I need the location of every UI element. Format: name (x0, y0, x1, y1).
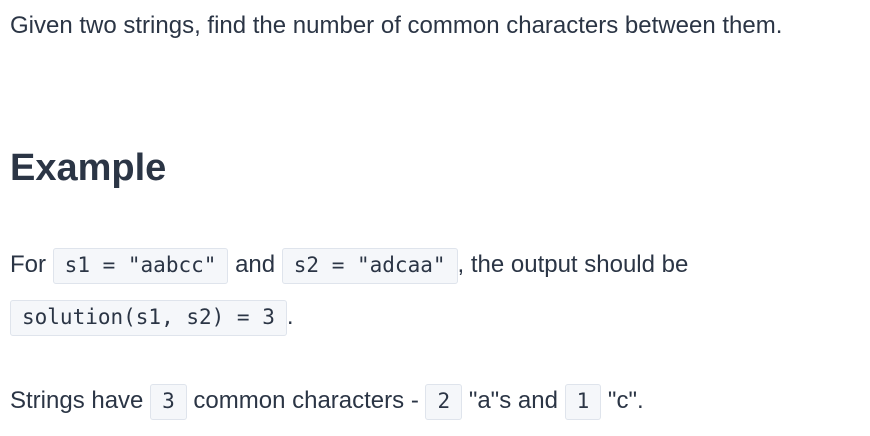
problem-description: Given two strings, find the number of co… (10, 0, 868, 52)
c-count-inline-code: 1 (564, 384, 602, 420)
example-output-text: , the output should be (457, 251, 689, 278)
s2-inline-code: s2 = "adcaa" (281, 248, 458, 284)
summary-c-text: "c". (607, 387, 644, 414)
example-paragraph: For s1 = "aabcc" and s2 = "adcaa", the o… (10, 239, 868, 343)
summary-paragraph: Strings have 3 common characters - 2 "a"… (10, 375, 868, 427)
description-text: Given two strings, find the number of co… (10, 12, 783, 39)
summary-middle-text: common characters - (193, 387, 419, 414)
summary-a-text: "a"s and (468, 387, 558, 414)
example-prefix-text: For (10, 251, 46, 278)
summary-prefix-text: Strings have (10, 387, 144, 414)
example-and-text: and (235, 251, 276, 278)
example-period-text: . (286, 303, 294, 330)
s1-inline-code: s1 = "aabcc" (52, 248, 229, 284)
a-count-inline-code: 2 (425, 384, 463, 420)
count-inline-code: 3 (150, 384, 187, 420)
example-heading: Example (10, 147, 167, 189)
solution-inline-code: solution(s1, s2) = 3 (10, 300, 287, 336)
